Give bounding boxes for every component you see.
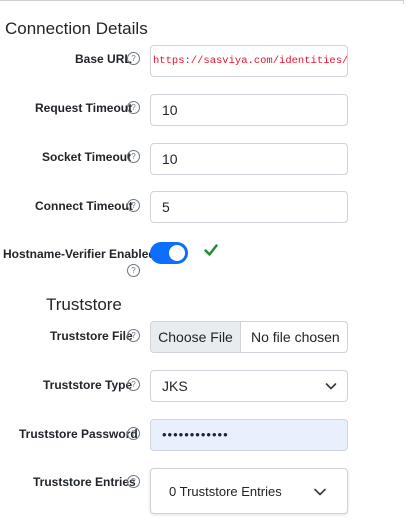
truststore-section-title: Truststore xyxy=(46,295,122,314)
hostname-verifier-toggle[interactable] xyxy=(150,242,188,264)
help-icon[interactable]: ? xyxy=(127,52,140,65)
truststore-type-label: Truststore Type xyxy=(43,378,133,392)
help-icon[interactable]: ? xyxy=(127,264,140,277)
base-url-label: Base URL xyxy=(75,52,132,66)
help-icon[interactable]: ? xyxy=(127,329,140,342)
truststore-type-select[interactable]: JKS xyxy=(150,370,348,402)
truststore-file-label: Truststore File xyxy=(50,329,133,343)
truststore-password-input[interactable]: •••••••••••• xyxy=(150,419,348,451)
help-icon[interactable]: ? xyxy=(127,150,140,163)
socket-timeout-label: Socket Timeout xyxy=(42,150,132,164)
help-icon[interactable]: ? xyxy=(127,101,140,114)
truststore-entries-dropdown[interactable]: 0 Truststore Entries xyxy=(150,468,348,514)
connect-timeout-label: Connect Timeout xyxy=(35,199,133,213)
help-icon[interactable]: ? xyxy=(127,475,140,488)
truststore-entries-value: 0 Truststore Entries xyxy=(169,484,282,499)
toggle-knob xyxy=(169,245,185,261)
help-icon[interactable]: ? xyxy=(127,427,140,440)
help-icon[interactable]: ? xyxy=(127,378,140,391)
connect-timeout-input[interactable]: 5 xyxy=(150,191,348,223)
file-status-text: No file chosen xyxy=(251,329,340,345)
truststore-password-label: Truststore Password xyxy=(19,427,138,441)
socket-timeout-input[interactable]: 10 xyxy=(150,143,348,175)
truststore-file-input[interactable]: Choose File No file chosen xyxy=(150,321,348,353)
choose-file-button[interactable]: Choose File xyxy=(151,322,241,352)
container-top-border xyxy=(0,0,404,4)
truststore-entries-label: Truststore Entries xyxy=(33,475,136,489)
base-url-input[interactable]: https://sasviya.com/identities/scim/v2 xyxy=(150,45,348,77)
chevron-down-icon xyxy=(325,383,337,390)
check-icon xyxy=(204,244,218,256)
hostname-verifier-label: Hostname-Verifier Enabled xyxy=(3,247,156,261)
section-title: Connection Details xyxy=(5,19,148,38)
truststore-type-value: JKS xyxy=(162,378,188,394)
request-timeout-input[interactable]: 10 xyxy=(150,94,348,126)
help-icon[interactable]: ? xyxy=(127,199,140,212)
chevron-down-icon xyxy=(314,488,326,496)
request-timeout-label: Request Timeout xyxy=(35,101,133,115)
